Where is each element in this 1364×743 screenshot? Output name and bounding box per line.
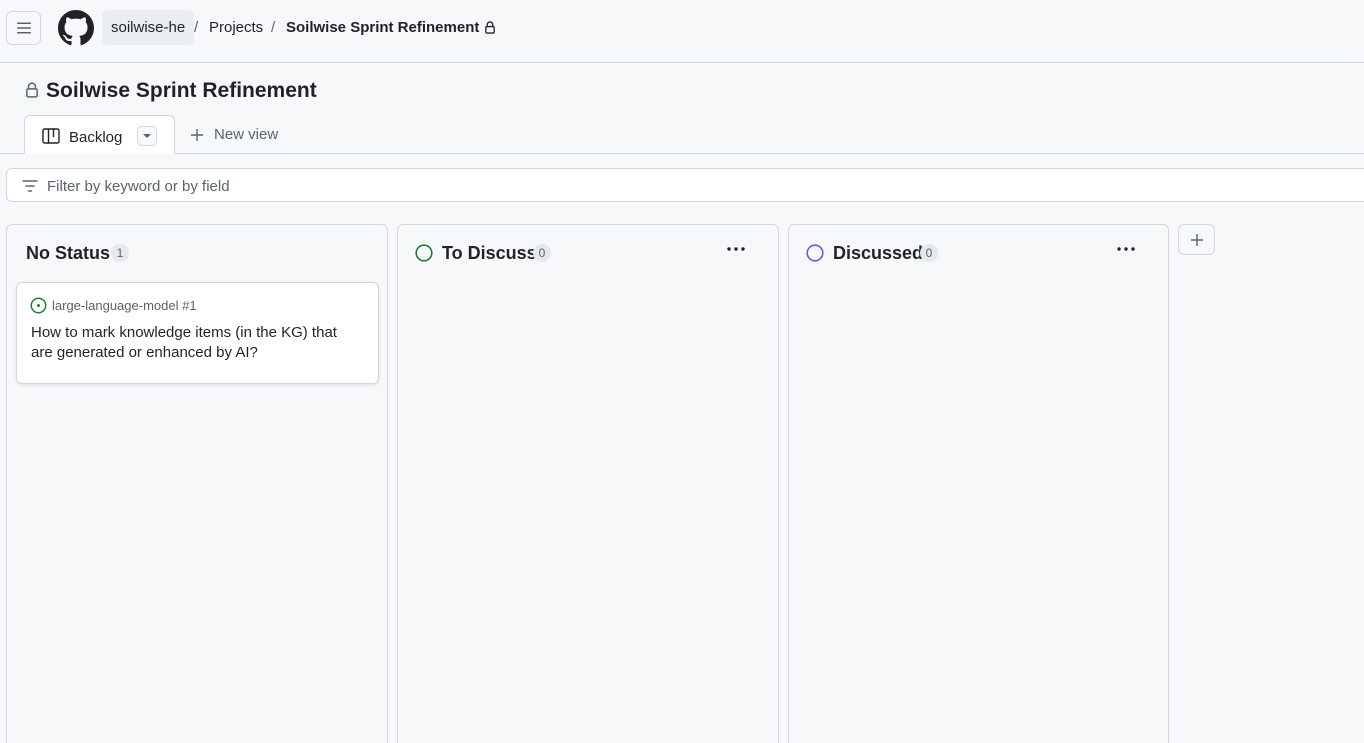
new-view-button[interactable]: New view: [190, 126, 278, 143]
breadcrumb-separator: /: [271, 19, 276, 36]
issue-opened-icon: [30, 297, 47, 314]
views-divider: [0, 153, 1364, 154]
add-column-button[interactable]: [1178, 224, 1215, 255]
kebab-horizontal-icon: [1117, 247, 1135, 251]
column-options-button[interactable]: [724, 239, 748, 259]
plus-icon: [191, 128, 203, 141]
column-title: Discussed: [833, 243, 924, 263]
issue-reference-link[interactable]: large-language-model #1: [52, 298, 197, 313]
view-tab-backlog[interactable]: Backlog: [24, 115, 175, 154]
new-view-label: New view: [214, 126, 279, 143]
breadcrumb-projects-link[interactable]: Projects: [209, 19, 263, 36]
status-circle-icon: [806, 244, 824, 262]
filter-input[interactable]: Filter by keyword or by field: [6, 168, 1364, 202]
project-title[interactable]: Soilwise Sprint Refinement: [46, 79, 317, 103]
breadcrumb-current-project[interactable]: Soilwise Sprint Refinement: [286, 19, 496, 36]
column-header: Discussed 0: [789, 225, 1168, 281]
kebab-horizontal-icon: [727, 247, 745, 251]
breadcrumb-separator: /: [194, 19, 199, 36]
board-column-discussed: Discussed 0: [788, 224, 1169, 743]
view-tab-label: Backlog: [69, 129, 123, 146]
breadcrumb-owner-link[interactable]: soilwise-he: [102, 10, 195, 45]
lock-icon: [26, 82, 38, 98]
breadcrumb-current-label: Soilwise Sprint Refinement: [286, 19, 480, 36]
column-title: To Discuss: [442, 243, 537, 263]
hamburger-icon: [16, 22, 31, 34]
triangle-down-icon: [143, 134, 151, 138]
board-icon: [42, 128, 60, 144]
status-circle-icon: [415, 244, 433, 262]
column-header: To Discuss 0: [398, 225, 778, 281]
breadcrumb-owner-label: soilwise-he: [111, 19, 186, 36]
lock-icon: [485, 21, 496, 34]
plus-icon: [1190, 233, 1203, 246]
column-title: No Status: [26, 243, 111, 263]
issue-title-link[interactable]: How to mark knowledge items (in the KG) …: [31, 323, 361, 363]
column-item-count: 0: [920, 244, 938, 262]
column-header: No Status 1: [7, 225, 387, 281]
board-column-no-status: No Status 1 large-language-model #1 How …: [6, 224, 388, 743]
view-options-button[interactable]: [137, 126, 157, 146]
column-item-count: 0: [533, 244, 551, 262]
github-logo-icon[interactable]: [58, 10, 94, 46]
filter-placeholder: Filter by keyword or by field: [47, 178, 230, 195]
filter-icon: [22, 180, 38, 192]
column-options-button[interactable]: [1114, 239, 1138, 259]
board-column-to-discuss: To Discuss 0: [397, 224, 779, 743]
open-menu-button[interactable]: [6, 11, 41, 45]
issue-card[interactable]: large-language-model #1 How to mark know…: [16, 282, 379, 384]
app-header: soilwise-he / Projects / Soilwise Sprint…: [0, 0, 1364, 63]
column-item-count: 1: [111, 244, 129, 262]
